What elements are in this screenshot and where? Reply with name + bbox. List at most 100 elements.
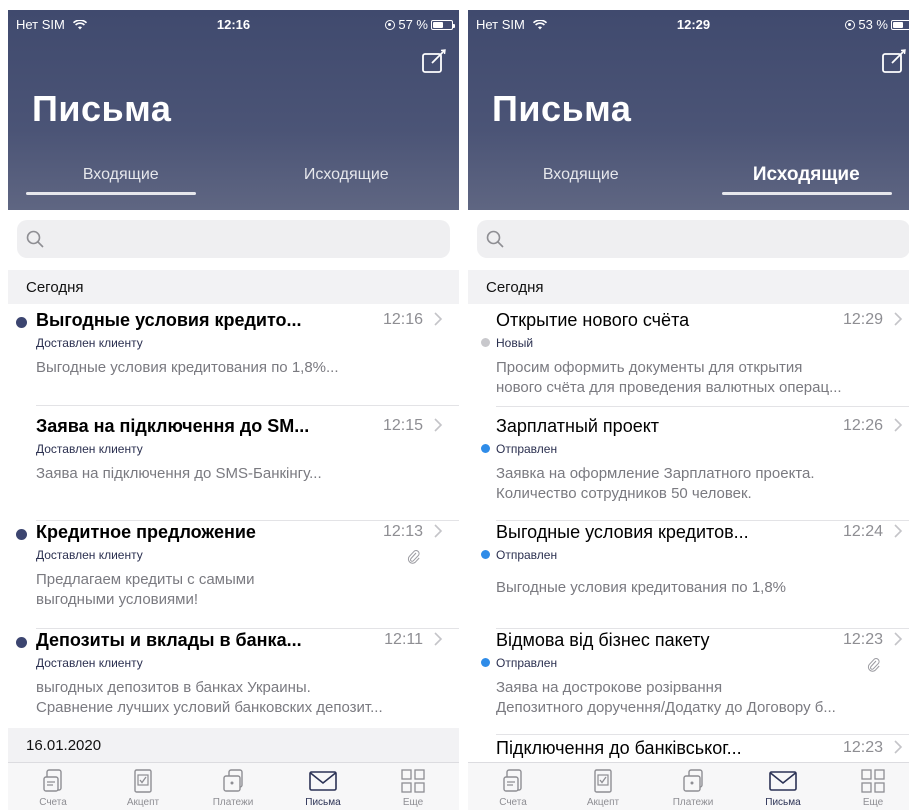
screen-outbox: Нет SIM 12:29 53 % Письма Входящие Исход… (468, 10, 909, 810)
accounts-icon (503, 769, 522, 792)
chevron-right-icon (434, 312, 443, 326)
message-subject: Выгодные условия кредитов... (496, 522, 749, 542)
message-item[interactable]: Депозиты и вклады в банка... 12:11 Доста… (8, 630, 459, 726)
orientation-lock-icon (385, 19, 396, 30)
status-dot (481, 658, 490, 667)
message-item[interactable]: Выгодные условия кредитов... 12:24 Отпра… (468, 522, 909, 629)
message-time: 12:11 (384, 631, 423, 648)
accept-icon (594, 769, 612, 793)
message-time: 12:23 (842, 739, 883, 756)
tabbar-label: Письма (305, 797, 341, 808)
status-dot (481, 338, 490, 347)
message-item[interactable]: Заява на підключення до SM... 12:15 Дост… (8, 416, 459, 522)
message-time: 12:13 (382, 523, 423, 540)
message-preview: Заявка на оформление Зарплатного проекта… (496, 465, 815, 502)
tabbar-payments[interactable]: Платежи (648, 763, 738, 810)
header: Нет SIM 12:29 53 % Письма Входящие Исход… (468, 10, 909, 210)
chevron-right-icon (894, 418, 903, 432)
tabbar-label: Платежи (212, 797, 254, 808)
segment-tabs: Входящие Исходящие (8, 162, 459, 210)
segment-tabs: Входящие Исходящие (468, 162, 909, 210)
message-status: Отправлен (496, 442, 558, 456)
message-preview: Предлагаем кредиты с самыми выгодными ус… (36, 571, 255, 608)
message-time: 12:29 (842, 311, 883, 328)
tabbar-more[interactable]: Еще (828, 763, 909, 810)
payments-icon (223, 769, 243, 792)
divider (36, 628, 459, 629)
payments-icon (683, 769, 703, 792)
message-preview: Заява на підключення до SMS-Банкінгу... (36, 465, 322, 482)
compose-icon[interactable] (881, 48, 907, 74)
tabbar-more[interactable]: Еще (368, 763, 458, 810)
accounts-icon (43, 769, 62, 792)
message-preview: выгодных депозитов в банках Украины. Сра… (36, 679, 383, 716)
message-item[interactable]: Кредитное предложение 12:13 Доставлен кл… (8, 522, 459, 629)
tab-inbox[interactable]: Входящие (8, 166, 234, 184)
tab-inbox[interactable]: Входящие (468, 166, 694, 184)
tabbar-accounts[interactable]: Счета (468, 763, 558, 810)
paperclip-icon (867, 658, 880, 672)
message-time: 12:24 (842, 523, 883, 540)
battery-icon (431, 19, 455, 30)
accept-icon (134, 769, 152, 793)
message-subject: Депозиты и вклады в банка... (36, 630, 302, 650)
message-preview: Просим оформить документы для открытия н… (496, 359, 842, 396)
divider (496, 520, 909, 521)
chevron-right-icon (894, 312, 903, 326)
divider (496, 406, 909, 407)
message-item[interactable]: Підключення до банківськог... 12:23 (468, 738, 909, 762)
message-time: 12:16 (382, 311, 423, 328)
message-status: Доставлен клиенту (36, 336, 143, 350)
message-subject: Відмова від бізнес пакету (496, 630, 710, 650)
tabbar-label: Еще (402, 797, 424, 808)
search-input[interactable] (477, 220, 909, 258)
unread-dot (16, 529, 27, 540)
status-bar: Нет SIM 12:16 57 % (8, 17, 459, 33)
tab-outbox[interactable]: Исходящие (234, 166, 460, 184)
message-subject: Зарплатный проект (496, 416, 660, 436)
tabbar-accept[interactable]: Акцепт (558, 763, 648, 810)
tabbar-payments[interactable]: Платежи (188, 763, 278, 810)
message-time: 12:15 (382, 417, 423, 434)
orientation-lock-icon (845, 19, 856, 30)
message-preview: Выгодные условия кредитования по 1,8%... (36, 359, 339, 376)
chevron-right-icon (894, 632, 903, 646)
search-input[interactable] (17, 220, 450, 258)
section-header-date: 16.01.2020 (8, 728, 459, 762)
compose-icon[interactable] (421, 48, 447, 74)
tab-indicator (722, 192, 892, 195)
message-time: 12:26 (842, 417, 883, 434)
tabbar-label: Платежи (672, 797, 714, 808)
tabbar-mail[interactable]: Письма (278, 763, 368, 810)
unread-dot (16, 317, 27, 328)
tabbar-accounts[interactable]: Счета (8, 763, 98, 810)
tabbar-label: Акцепт (126, 797, 160, 808)
message-subject: Выгодные условия кредито... (36, 310, 302, 330)
chevron-right-icon (434, 632, 443, 646)
tabbar-accept[interactable]: Акцепт (98, 763, 188, 810)
chevron-right-icon (434, 524, 443, 538)
message-item[interactable]: Выгодные условия кредито... 12:16 Достав… (8, 310, 459, 406)
more-icon (861, 769, 885, 793)
tabbar-label: Акцепт (586, 797, 620, 808)
message-subject: Открытие нового счёта (496, 310, 690, 330)
message-status: Доставлен клиенту (36, 442, 143, 456)
tab-bar: Счета Акцепт Платежи Письма Еще (468, 762, 909, 810)
tabbar-mail[interactable]: Письма (738, 763, 828, 810)
divider (36, 405, 459, 406)
message-status: Доставлен клиенту (36, 548, 143, 562)
chevron-right-icon (434, 418, 443, 432)
section-header-today: Сегодня (8, 270, 459, 304)
divider (36, 520, 459, 521)
search-icon (26, 230, 44, 248)
tab-outbox[interactable]: Исходящие (694, 164, 909, 186)
message-item[interactable]: Открытие нового счёта 12:29 Новый Просим… (468, 310, 909, 407)
more-icon (401, 769, 425, 793)
search-icon (486, 230, 504, 248)
tabbar-label: Счета (39, 797, 67, 808)
mail-icon (769, 771, 797, 791)
page-title: Письма (492, 88, 632, 129)
message-subject: Кредитное предложение (36, 522, 256, 542)
message-item[interactable]: Відмова від бізнес пакету 12:23 Отправле… (468, 630, 909, 735)
message-item[interactable]: Зарплатный проект 12:26 Отправлен Заявка… (468, 416, 909, 522)
